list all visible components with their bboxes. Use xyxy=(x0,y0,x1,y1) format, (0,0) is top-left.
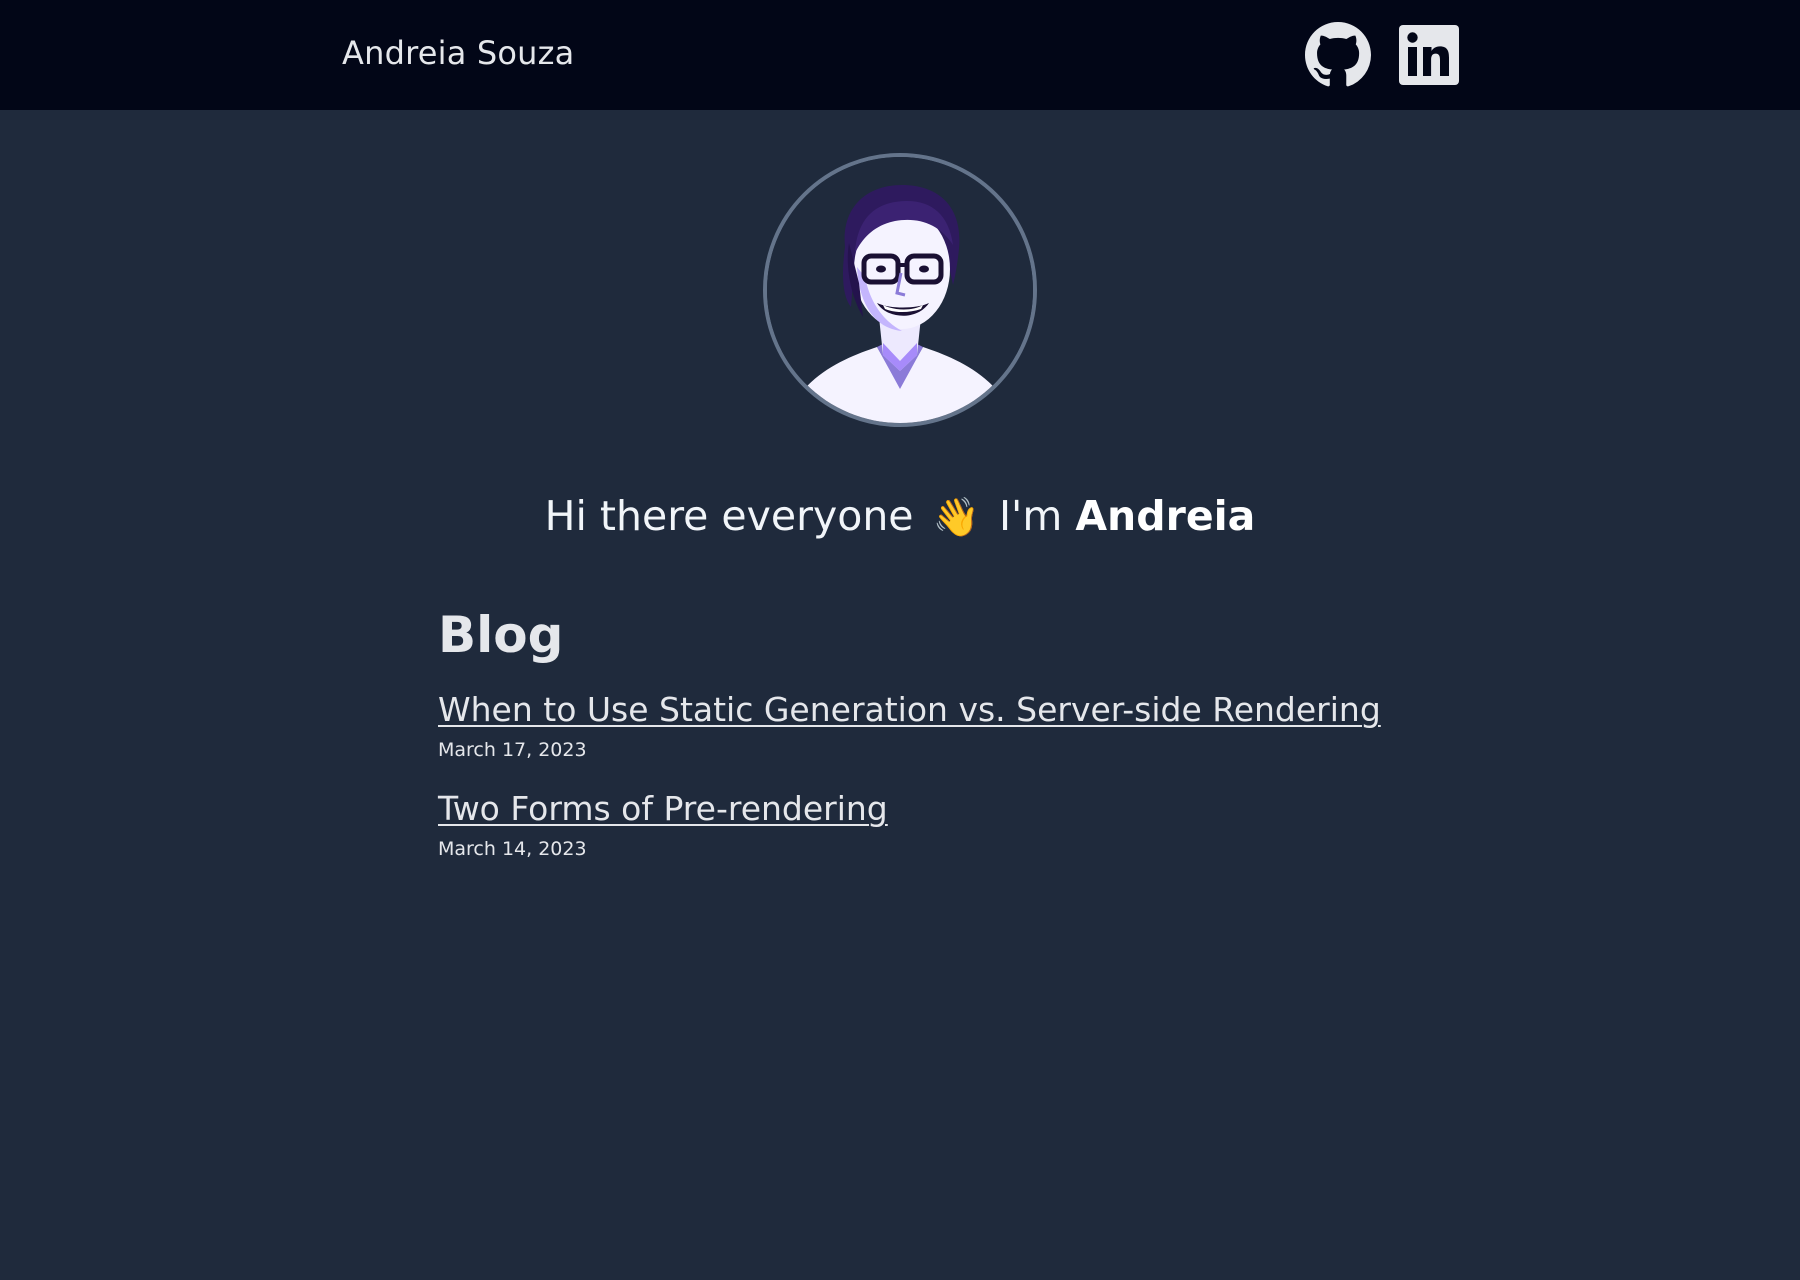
blog-post-item: When to Use Static Generation vs. Server… xyxy=(438,690,1381,761)
github-link[interactable] xyxy=(1305,22,1371,88)
blog-post-date: March 14, 2023 xyxy=(438,838,587,860)
blog-post-link[interactable]: When to Use Static Generation vs. Server… xyxy=(438,690,1381,729)
profile-portrait xyxy=(767,157,1033,423)
wave-emoji: 👋 xyxy=(932,495,980,539)
greeting-prefix: Hi there everyone xyxy=(544,492,914,540)
greeting-name: Andreia xyxy=(1075,492,1256,540)
blog-heading: Blog xyxy=(438,606,564,664)
greeting-mid: I'm xyxy=(998,492,1063,540)
github-icon xyxy=(1305,22,1371,87)
greeting-text: Hi there everyone 👋 I'm Andreia xyxy=(0,492,1800,540)
blog-post-item: Two Forms of Pre-rendering March 14, 202… xyxy=(438,789,888,860)
blog-post-link[interactable]: Two Forms of Pre-rendering xyxy=(438,789,888,828)
profile-avatar xyxy=(763,153,1037,427)
blog-post-date: March 17, 2023 xyxy=(438,739,587,761)
linkedin-link[interactable] xyxy=(1396,22,1462,88)
top-navbar: Andreia Souza xyxy=(0,0,1800,110)
site-name-link[interactable]: Andreia Souza xyxy=(342,34,574,72)
linkedin-icon xyxy=(1399,25,1459,85)
